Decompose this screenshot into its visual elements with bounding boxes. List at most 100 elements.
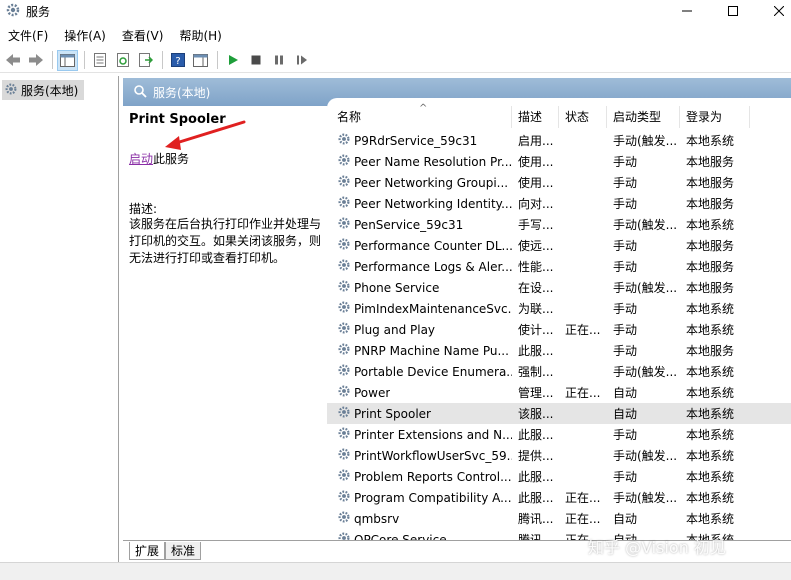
service-row[interactable]: Problem Reports Control... 此服... 手动 本地系统 <box>327 466 791 487</box>
watermark: 知乎 @Vision 初见 <box>588 538 726 557</box>
service-name: Power <box>354 385 391 400</box>
tab-standard[interactable]: 标准 <box>165 542 202 560</box>
service-name-cell: PrintWorkflowUserSvc_59... <box>327 447 512 464</box>
menu-help[interactable]: 帮助(H) <box>171 26 229 46</box>
service-row[interactable]: Printer Extensions and N... 此服... 手动 本地系统 <box>327 424 791 445</box>
service-description: 使计... <box>518 323 554 337</box>
service-gear-icon <box>337 153 351 170</box>
panel-title: 服务(本地) <box>153 85 211 100</box>
service-startup-type: 手动 <box>613 302 638 316</box>
service-name: Printer Extensions and N... <box>354 427 512 442</box>
refresh-icon[interactable] <box>112 50 133 71</box>
service-startup-type: 手动 <box>613 197 638 211</box>
service-row[interactable]: Portable Device Enumera... 强制... 手动(触发... 本… <box>327 361 791 382</box>
service-name: Peer Networking Groupi... <box>354 175 509 190</box>
toolbar-separator <box>217 51 218 69</box>
service-description: 强制... <box>518 365 554 379</box>
service-row[interactable]: PrintWorkflowUserSvc_59... 提供... 手动(触发... 本… <box>327 445 791 466</box>
service-name-cell: Plug and Play <box>327 321 512 338</box>
service-startup-type: 手动 <box>613 155 638 169</box>
service-startup-type: 自动 <box>613 512 638 526</box>
menu-action[interactable]: 操作(A) <box>56 26 114 46</box>
service-startup-type: 手动 <box>613 428 638 442</box>
column-header-name[interactable]: ^ 名称 <box>327 103 512 128</box>
service-description: 此服... <box>518 344 554 358</box>
resume-service-icon[interactable] <box>291 50 312 71</box>
service-description: 此服... <box>518 470 554 484</box>
back-arrow-icon[interactable] <box>2 50 23 71</box>
service-row[interactable]: PimIndexMaintenanceSvc... 为联... 手动 本地系统 <box>327 298 791 319</box>
tab-extended[interactable]: 扩展 <box>129 542 166 560</box>
service-row[interactable]: Print Spooler 该服... 自动 本地系统 <box>327 403 791 424</box>
service-name-cell: Phone Service <box>327 279 512 296</box>
maximize-button[interactable] <box>710 0 756 22</box>
service-name: Performance Logs & Aler... <box>354 259 512 274</box>
service-row[interactable]: Performance Logs & Aler... 性能... 手动 本地服务 <box>327 256 791 277</box>
service-description: 腾讯... <box>518 512 554 526</box>
menu-file[interactable]: 文件(F) <box>0 26 56 46</box>
toolbar: ? <box>0 48 791 73</box>
column-header-description[interactable]: 描述 <box>512 106 559 128</box>
services-gear-icon <box>4 82 18 99</box>
service-row[interactable]: PNRP Machine Name Pu... 此服... 手动 本地服务 <box>327 340 791 361</box>
tree-item-services-local[interactable]: 服务(本地) <box>2 80 84 100</box>
column-header-startup-type[interactable]: 启动类型 <box>607 106 680 128</box>
properties-icon[interactable] <box>89 50 110 71</box>
service-name: Program Compatibility A... <box>354 490 512 505</box>
search-icon <box>133 84 147 101</box>
service-startup-type: 手动 <box>613 344 638 358</box>
service-row[interactable]: Phone Service 在设... 手动(触发... 本地服务 <box>327 277 791 298</box>
service-name: P9RdrService_59c31 <box>354 133 478 148</box>
service-description: 启用... <box>518 134 554 148</box>
help-icon[interactable]: ? <box>167 50 188 71</box>
service-status: 正在... <box>565 386 601 400</box>
service-gear-icon <box>337 300 351 317</box>
start-service-icon[interactable] <box>222 50 243 71</box>
service-name: Peer Name Resolution Pr... <box>354 154 512 169</box>
service-description: 在设... <box>518 281 554 295</box>
service-row[interactable]: Peer Name Resolution Pr... 使用... 手动 本地服务 <box>327 151 791 172</box>
service-name-cell: Print Spooler <box>327 405 512 422</box>
service-row[interactable]: Plug and Play 使计... 正在... 手动 本地系统 <box>327 319 791 340</box>
service-row[interactable]: Program Compatibility A... 此服... 正在... 手动(触… <box>327 487 791 508</box>
service-gear-icon <box>337 132 351 149</box>
column-header-status[interactable]: 状态 <box>559 106 607 128</box>
service-row[interactable]: Peer Networking Groupi... 使用... 手动 本地服务 <box>327 172 791 193</box>
service-row[interactable]: PenService_59c31 手写... 手动(触发... 本地系统 <box>327 214 791 235</box>
service-name-cell: Peer Networking Identity... <box>327 195 512 212</box>
export-list-icon[interactable] <box>135 50 156 71</box>
show-hide-action-pane-icon[interactable] <box>190 50 211 71</box>
pause-service-icon[interactable] <box>268 50 289 71</box>
service-row[interactable]: Performance Counter DL... 使远... 手动 本地服务 <box>327 235 791 256</box>
console-tree-icon[interactable] <box>57 49 78 71</box>
start-service-link[interactable]: 启动 <box>129 152 153 166</box>
stop-service-icon[interactable] <box>245 50 266 71</box>
toolbar-separator <box>84 51 85 69</box>
service-log-on-as: 本地系统 <box>686 428 735 442</box>
service-startup-type: 自动 <box>613 386 638 400</box>
console-tree: 服务(本地) <box>0 76 119 562</box>
minimize-button[interactable] <box>664 0 710 22</box>
service-row[interactable]: Power 管理... 正在... 自动 本地系统 <box>327 382 791 403</box>
service-name: Plug and Play <box>354 322 436 337</box>
services-list: ^ 名称 描述 状态 启动类型 登录为 P9RdrService_59c31 启用… <box>327 98 791 540</box>
service-log-on-as: 本地系统 <box>686 323 735 337</box>
service-row[interactable]: P9RdrService_59c31 启用... 手动(触发... 本地系统 <box>327 130 791 151</box>
menu-view[interactable]: 查看(V) <box>114 26 172 46</box>
tree-item-label: 服务(本地) <box>21 83 79 98</box>
service-log-on-as: 本地系统 <box>686 365 735 379</box>
service-row[interactable]: qmbsrv 腾讯... 正在... 自动 本地系统 <box>327 508 791 529</box>
service-name: Peer Networking Identity... <box>354 196 512 211</box>
service-gear-icon <box>337 279 351 296</box>
forward-arrow-icon[interactable] <box>25 50 46 71</box>
service-name: PenService_59c31 <box>354 217 464 232</box>
service-startup-type: 手动 <box>613 239 638 253</box>
service-row[interactable]: Peer Networking Identity... 向对... 手动 本地服务 <box>327 193 791 214</box>
services-panel: 服务(本地) Print Spooler 启动此服务 描述: 该服务在后台执行打… <box>123 78 791 562</box>
service-log-on-as: 本地服务 <box>686 239 735 253</box>
column-header-log-on-as[interactable]: 登录为 <box>680 106 750 128</box>
service-startup-type: 手动(触发... <box>613 218 678 232</box>
close-button[interactable] <box>756 0 791 22</box>
menu-bar: 文件(F) 操作(A) 查看(V) 帮助(H) <box>0 25 791 47</box>
service-name-cell: Performance Logs & Aler... <box>327 258 512 275</box>
